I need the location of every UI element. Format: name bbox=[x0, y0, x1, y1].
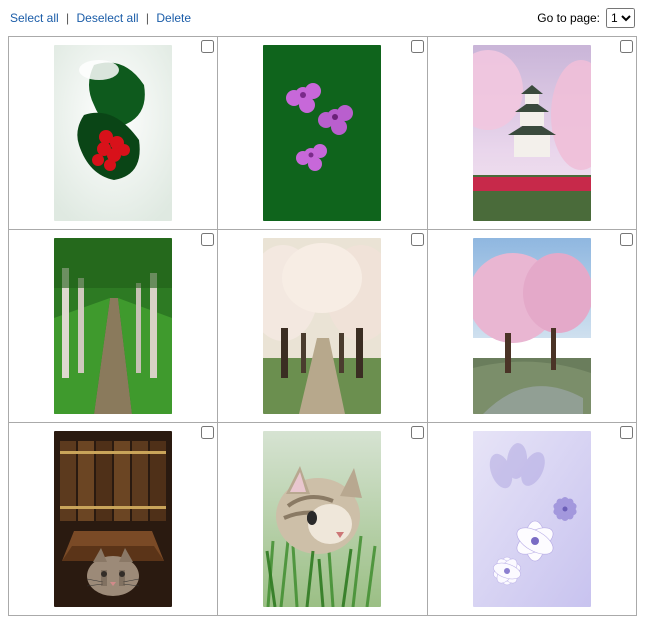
thumbnail-japanese-castle[interactable] bbox=[473, 45, 591, 221]
thumbnail-purple-flowers[interactable] bbox=[263, 45, 381, 221]
image-checkbox[interactable] bbox=[620, 40, 633, 53]
thumbnail-lilac-flowers[interactable] bbox=[473, 431, 591, 607]
toolbar: Select all | Deselect all | Delete Go to… bbox=[8, 8, 637, 30]
thumbnail-cat-grass[interactable] bbox=[263, 431, 381, 607]
image-checkbox[interactable] bbox=[201, 40, 214, 53]
go-to-page-label: Go to page: bbox=[537, 11, 600, 25]
image-grid bbox=[8, 36, 637, 616]
image-checkbox[interactable] bbox=[201, 426, 214, 439]
toolbar-actions: Select all | Deselect all | Delete bbox=[10, 11, 191, 25]
grid-cell bbox=[428, 423, 636, 615]
thumbnail-cat-books[interactable] bbox=[54, 431, 172, 607]
image-checkbox[interactable] bbox=[411, 40, 424, 53]
grid-cell bbox=[218, 37, 426, 229]
grid-cell bbox=[9, 423, 217, 615]
grid-cell bbox=[9, 230, 217, 422]
separator: | bbox=[66, 11, 69, 25]
thumbnail-holly-berries[interactable] bbox=[54, 45, 172, 221]
image-checkbox[interactable] bbox=[411, 426, 424, 439]
thumbnail-blossom-avenue[interactable] bbox=[263, 238, 381, 414]
image-checkbox[interactable] bbox=[620, 233, 633, 246]
delete-link[interactable]: Delete bbox=[156, 11, 191, 25]
image-checkbox[interactable] bbox=[620, 426, 633, 439]
image-checkbox[interactable] bbox=[411, 233, 424, 246]
select-all-link[interactable]: Select all bbox=[10, 11, 59, 25]
grid-cell bbox=[218, 230, 426, 422]
grid-cell bbox=[428, 37, 636, 229]
image-checkbox[interactable] bbox=[201, 233, 214, 246]
grid-cell bbox=[9, 37, 217, 229]
thumbnail-forest-path[interactable] bbox=[54, 238, 172, 414]
thumbnail-riverside-blossom[interactable] bbox=[473, 238, 591, 414]
deselect-all-link[interactable]: Deselect all bbox=[77, 11, 139, 25]
pager: Go to page: 1 bbox=[537, 8, 635, 28]
page-select[interactable]: 1 bbox=[606, 8, 635, 28]
grid-cell bbox=[218, 423, 426, 615]
separator: | bbox=[146, 11, 149, 25]
grid-cell bbox=[428, 230, 636, 422]
